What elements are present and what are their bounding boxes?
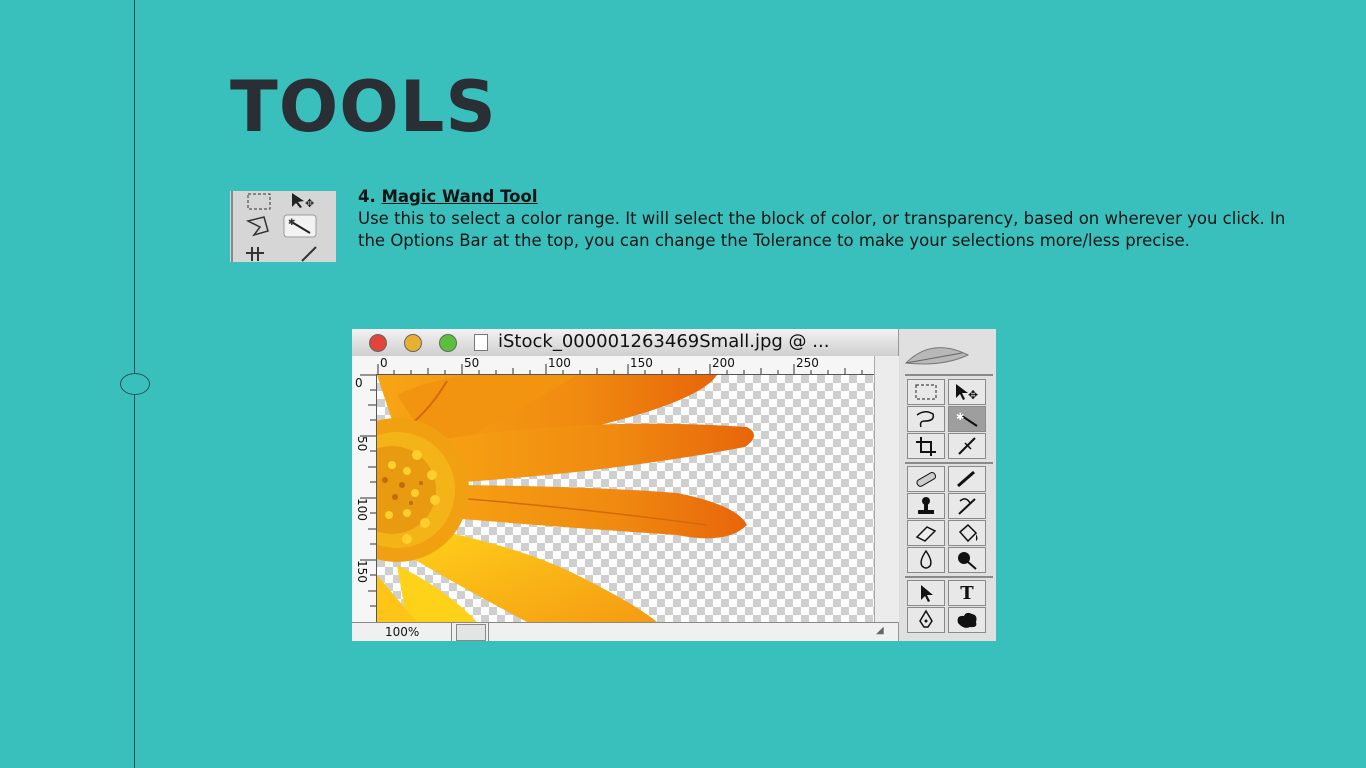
svg-text:✥: ✥ — [968, 388, 978, 402]
vertical-scrollbar[interactable] — [874, 356, 899, 622]
eraser-tool-icon[interactable] — [907, 520, 945, 546]
healing-brush-icon[interactable] — [907, 466, 945, 492]
item-number: 4. — [358, 187, 376, 206]
svg-text:✱: ✱ — [288, 218, 296, 228]
image-canvas[interactable] — [352, 372, 874, 622]
close-button[interactable] — [369, 334, 387, 352]
palette-divider — [905, 576, 993, 578]
tool-heading: 4. Magic Wand Tool — [358, 186, 1288, 208]
timeline-node — [120, 373, 150, 395]
status-menu-icon[interactable] — [456, 624, 486, 641]
zoom-level[interactable]: 100% — [352, 623, 452, 641]
tool-description: Use this to select a color range. It wil… — [358, 209, 1286, 250]
magic-wand-tool-icon[interactable]: ✱ — [948, 406, 986, 432]
svg-text:✱: ✱ — [956, 412, 964, 423]
magic-wand-thumbnail: ✥ ✱ — [230, 191, 336, 262]
svg-text:✥: ✥ — [305, 197, 314, 210]
resize-grip-icon[interactable]: ◢ — [876, 625, 884, 636]
slide-title: TOOLS — [230, 66, 497, 148]
window-titlebar: iStock_000001263469Small.jpg @ ... — [352, 329, 898, 357]
crop-tool-icon[interactable] — [907, 433, 945, 459]
slice-tool-icon[interactable] — [948, 433, 986, 459]
horizontal-ruler: 0 50 100 150 200 250 — [376, 356, 874, 375]
document-window: iStock_000001263469Small.jpg @ ... 0 50 … — [352, 329, 899, 641]
palette-divider — [905, 462, 993, 464]
lasso-tool-icon[interactable] — [907, 406, 945, 432]
path-selection-icon[interactable] — [907, 580, 945, 606]
pen-tool-icon[interactable] — [907, 607, 945, 633]
vertical-ruler: 0 50 100 150 — [352, 374, 377, 622]
paint-bucket-icon[interactable] — [948, 520, 986, 546]
dodge-tool-icon[interactable] — [948, 547, 986, 573]
window-title: iStock_000001263469Small.jpg @ ... — [498, 331, 830, 352]
feather-icon — [904, 347, 970, 365]
tool-name: Magic Wand Tool — [381, 187, 538, 206]
type-tool-icon[interactable]: T — [948, 580, 986, 606]
clone-stamp-icon[interactable] — [907, 493, 945, 519]
palette-divider — [905, 374, 993, 376]
blur-tool-icon[interactable] — [907, 547, 945, 573]
ruler-corner — [352, 356, 377, 375]
minimize-button[interactable] — [404, 334, 422, 352]
custom-shape-icon[interactable] — [948, 607, 986, 633]
tool-description-block: 4. Magic Wand Tool Use this to select a … — [358, 186, 1288, 252]
marquee-tool-icon[interactable] — [907, 379, 945, 405]
photoshop-screenshot: iStock_000001263469Small.jpg @ ... 0 50 … — [352, 329, 996, 641]
move-tool-icon[interactable]: ✥ — [948, 379, 986, 405]
zoom-button[interactable] — [439, 334, 457, 352]
flower-image — [352, 372, 755, 622]
horizontal-scrollbar[interactable] — [488, 623, 875, 641]
pencil-tool-icon[interactable] — [948, 466, 986, 492]
status-bar: 100% ◢ — [352, 622, 898, 641]
document-icon — [474, 334, 488, 351]
history-brush-icon[interactable] — [948, 493, 986, 519]
